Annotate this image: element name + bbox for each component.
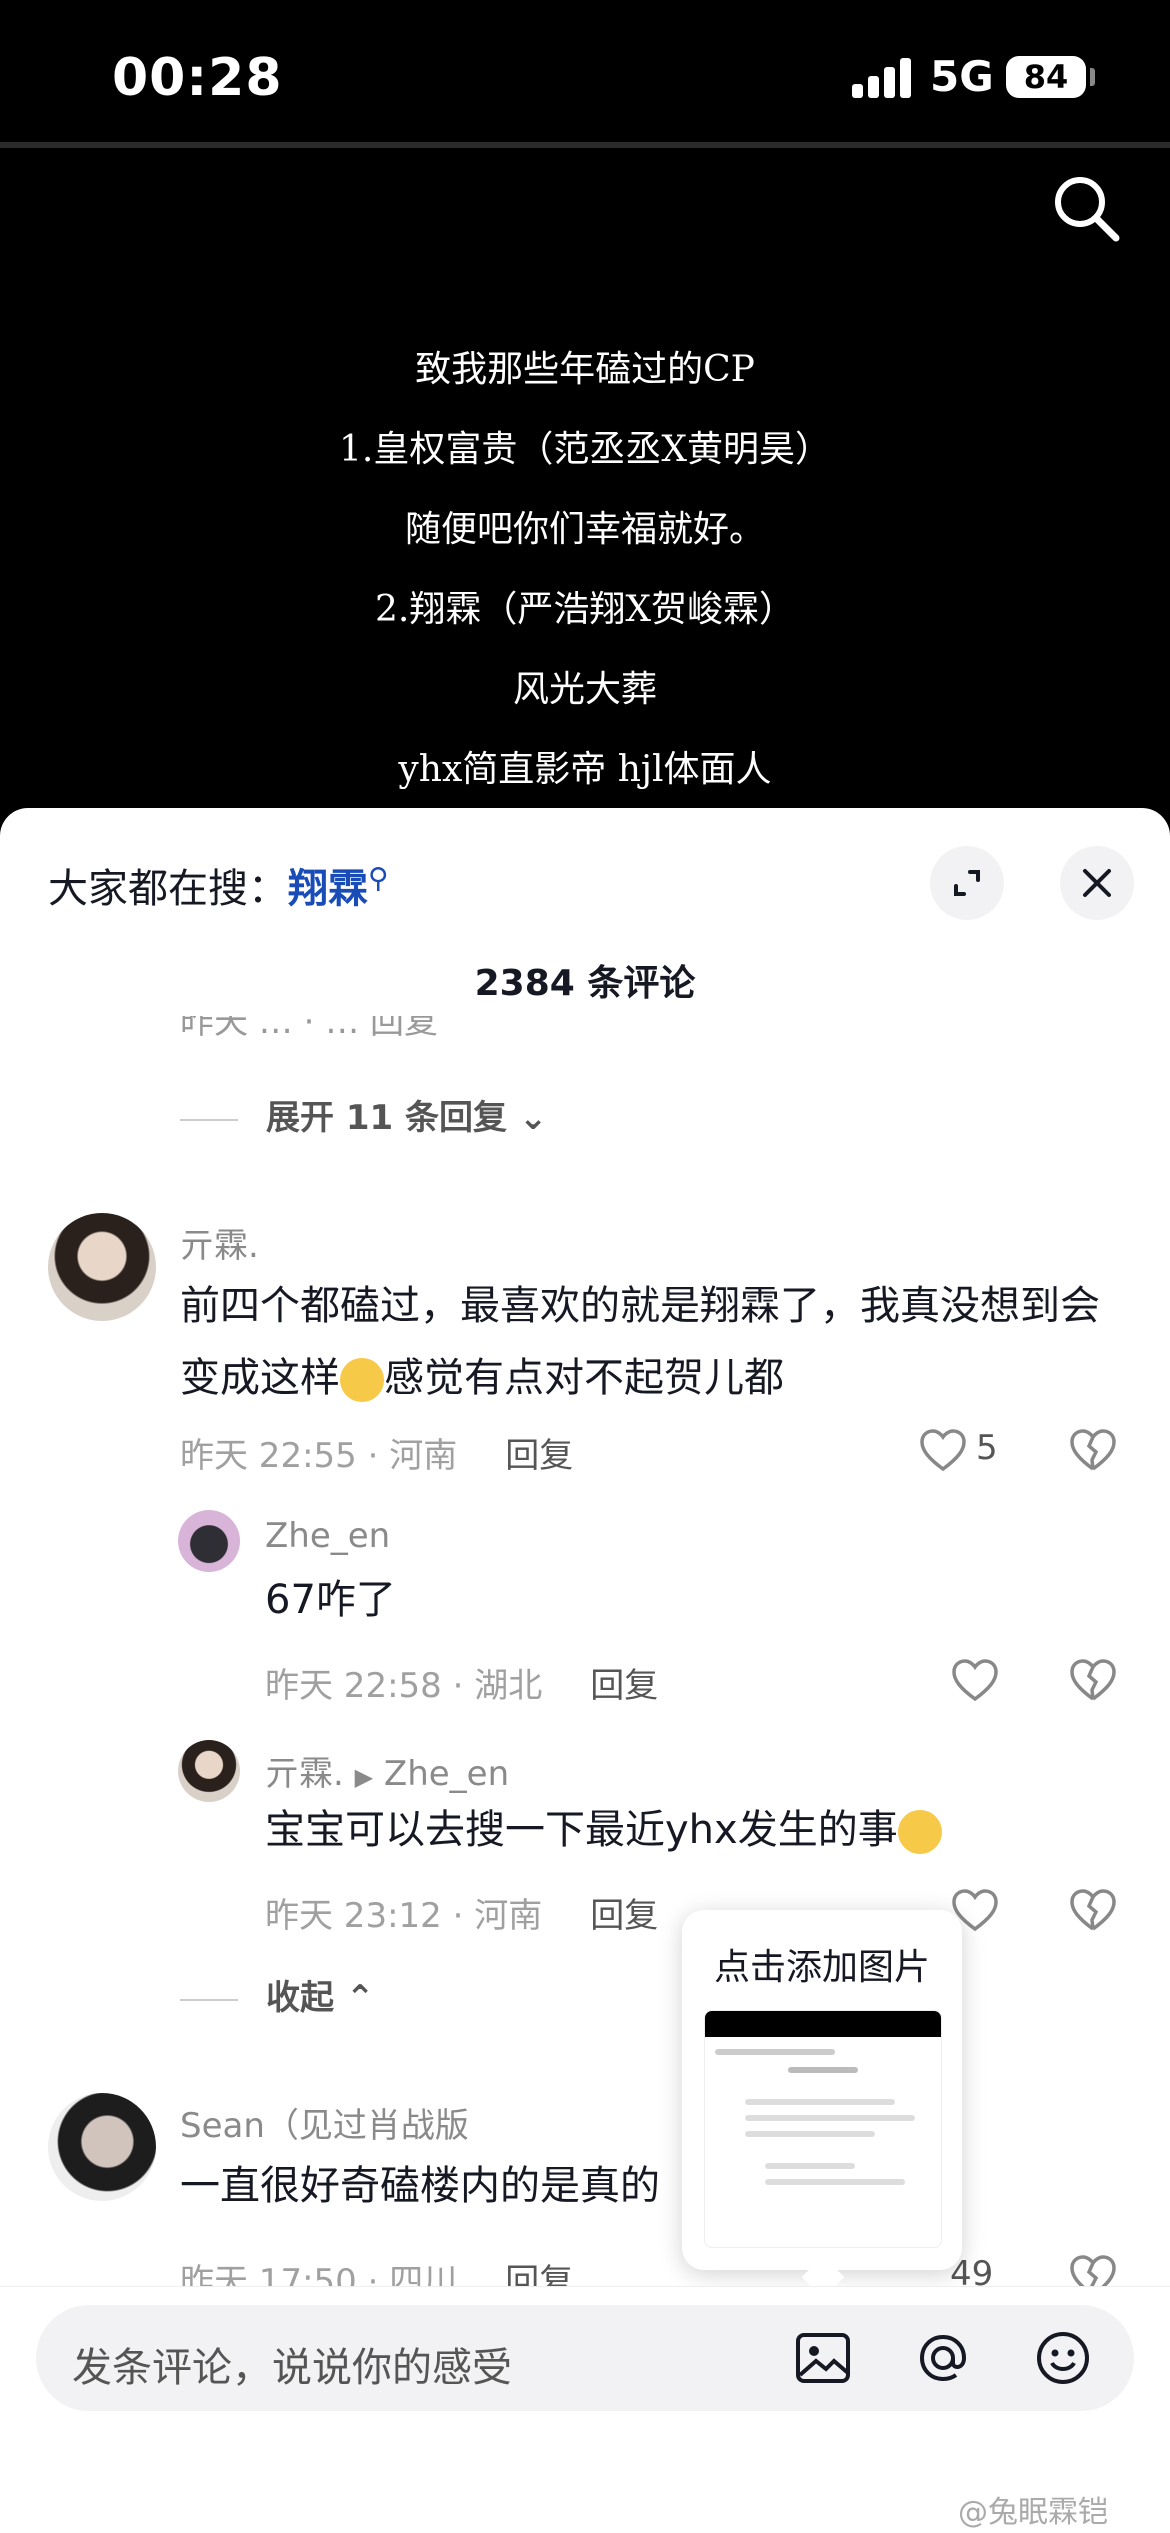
reply-button[interactable]: 回复: [505, 1436, 573, 1476]
caption-line: 随便吧你们幸福就好。: [404, 509, 765, 550]
reply-time: 昨天 23:12 · 河南: [265, 1896, 543, 1936]
collapse-replies-button[interactable]: 收起 ⌃: [180, 1970, 374, 2019]
caption-line: 风光大葬: [512, 669, 657, 710]
watermark: @兔眠霖铠: [958, 2495, 1108, 2530]
comment-username[interactable]: Sean（见过肖战版: [180, 2098, 469, 2147]
reply-username[interactable]: 亓霖. ▶ Zhe_en: [265, 1746, 509, 1795]
caption-line: 致我那些年磕过的CP: [415, 349, 755, 390]
comment-count-title: 2384 条评论: [474, 963, 696, 1004]
divider-line: [180, 1118, 238, 1121]
caption-line: 1.皇权富贵（范丞丞X黄明昊）: [339, 429, 831, 470]
reply-text: 67咋了: [265, 1577, 396, 1623]
avatar[interactable]: [48, 2093, 156, 2201]
popup-title: 点击添加图片: [713, 1947, 930, 1988]
hot-search-prefix: 大家都在搜：: [48, 866, 288, 912]
battery-level: 84: [1023, 58, 1069, 96]
comment-meta: 昨天 22:55 · 河南 回复: [180, 1428, 573, 1477]
crying-emoji-icon: [340, 1358, 384, 1402]
reply-text: 宝宝可以去搜一下最近yhx发生的事: [265, 1794, 942, 1866]
input-placeholder: 发条评论，说说你的感受: [72, 2345, 512, 2391]
dislike-heart-icon[interactable]: [1068, 1426, 1118, 1476]
like-heart-icon[interactable]: [918, 1426, 968, 1476]
comment-text: 一直很好奇磕楼内的是真的吗: [180, 2150, 1110, 2222]
add-image-popup[interactable]: 点击添加图片: [682, 1910, 962, 2270]
comment-sheet: 大家都在搜：翔霖⚲ 2384 条评论 昨天 … · … 回复 展开 11 条回复…: [0, 808, 1170, 2532]
thumbnail-line: [745, 2115, 915, 2121]
chevron-down-icon: ⌄: [518, 1098, 548, 1138]
search-icon[interactable]: [1050, 172, 1122, 244]
screenshot-thumbnail[interactable]: [704, 2010, 942, 2248]
hot-search[interactable]: 大家都在搜：翔霖⚲: [48, 856, 389, 914]
thumbnail-line: [715, 2049, 835, 2055]
hot-search-keyword[interactable]: 翔霖: [288, 866, 368, 912]
collapse-label: 收起: [266, 1978, 334, 2018]
reply-button[interactable]: 回复: [590, 1896, 658, 1936]
reply-meta: 昨天 22:58 · 湖北 回复: [265, 1658, 658, 1707]
reply-button[interactable]: 回复: [590, 1666, 658, 1706]
reply-text-part: 宝宝可以去搜一下最近yhx发生的事: [265, 1807, 898, 1853]
comment-text-part: 一直很好奇磕楼内的是真的: [180, 2163, 660, 2209]
dislike-heart-icon[interactable]: [1068, 1656, 1118, 1706]
thumbnail-video-strip: [705, 2011, 941, 2037]
status-bar: 00:28 5G 84: [0, 0, 1170, 150]
dislike-heart-icon[interactable]: [1068, 1886, 1118, 1936]
reply-arrow-icon: ▶: [354, 1763, 374, 1791]
like-heart-icon[interactable]: [950, 1656, 1000, 1706]
clipped-meta-text: 昨天 … · … 回复: [180, 1016, 439, 1036]
thumbnail-line: [765, 2179, 905, 2185]
chevron-up-icon: ⌃: [345, 1978, 375, 2018]
thumbnail-line: [745, 2099, 895, 2105]
avatar[interactable]: [178, 1740, 240, 1802]
signal-icon: [852, 58, 914, 98]
comment-text: 前四个都磕过，最喜欢的就是翔霖了，我真没想到会变成这样 感觉有点对不起贺儿都: [180, 1270, 1110, 1414]
expand-button[interactable]: [930, 846, 1004, 920]
close-icon: [1083, 869, 1111, 897]
thumbnail-line: [745, 2131, 875, 2137]
image-icon[interactable]: [792, 2327, 854, 2389]
avatar[interactable]: [178, 1510, 240, 1572]
reply-time: 昨天 22:58 · 湖北: [265, 1666, 543, 1706]
thumbnail-line: [765, 2163, 855, 2169]
thumbnail-line: [788, 2067, 858, 2073]
caption-line: 2.翔霖（严浩翔X贺峻霖）: [375, 589, 795, 630]
comment-input[interactable]: 发条评论，说说你的感受: [36, 2305, 1134, 2411]
mention-icon[interactable]: [912, 2327, 974, 2389]
close-button[interactable]: [1060, 846, 1134, 920]
caption-line: yhx简直影帝 hjl体面人: [398, 749, 772, 790]
expand-icon: [954, 870, 980, 896]
emoji-icon[interactable]: [1032, 2327, 1094, 2389]
battery-tip: [1090, 68, 1095, 86]
small-search-icon: ⚲: [368, 861, 389, 895]
reply-username[interactable]: Zhe_en: [265, 1516, 390, 1556]
avatar[interactable]: [48, 1213, 156, 1321]
reply-target: Zhe_en: [383, 1754, 510, 1794]
comment-text-part: 感觉有点对不起贺儿都: [384, 1355, 784, 1401]
comment-input-bar: 发条评论，说说你的感受 @兔眠霖铠: [0, 2286, 1170, 2533]
network-label: 5G: [930, 52, 994, 101]
divider-line: [180, 1998, 238, 2001]
clipped-comment-meta: 昨天 … · … 回复: [180, 1016, 1110, 1036]
battery-icon: 84: [1006, 56, 1086, 98]
comment-time: 昨天 22:55 · 河南: [180, 1436, 458, 1476]
video-caption: 致我那些年磕过的CP 1.皇权富贵（范丞丞X黄明昊） 随便吧你们幸福就好。 2.…: [0, 330, 1170, 810]
crying-emoji-icon: [897, 1810, 942, 1854]
expand-label: 展开 11 条回复: [266, 1098, 507, 1138]
reply-meta: 昨天 23:12 · 河南 回复: [265, 1888, 658, 1937]
expand-replies-button[interactable]: 展开 11 条回复 ⌄: [180, 1090, 547, 1139]
status-time: 00:28: [112, 48, 283, 108]
like-count: 5: [976, 1428, 998, 1468]
reply-author: 亓霖.: [265, 1754, 344, 1794]
comment-username[interactable]: 亓霖.: [180, 1218, 259, 1267]
